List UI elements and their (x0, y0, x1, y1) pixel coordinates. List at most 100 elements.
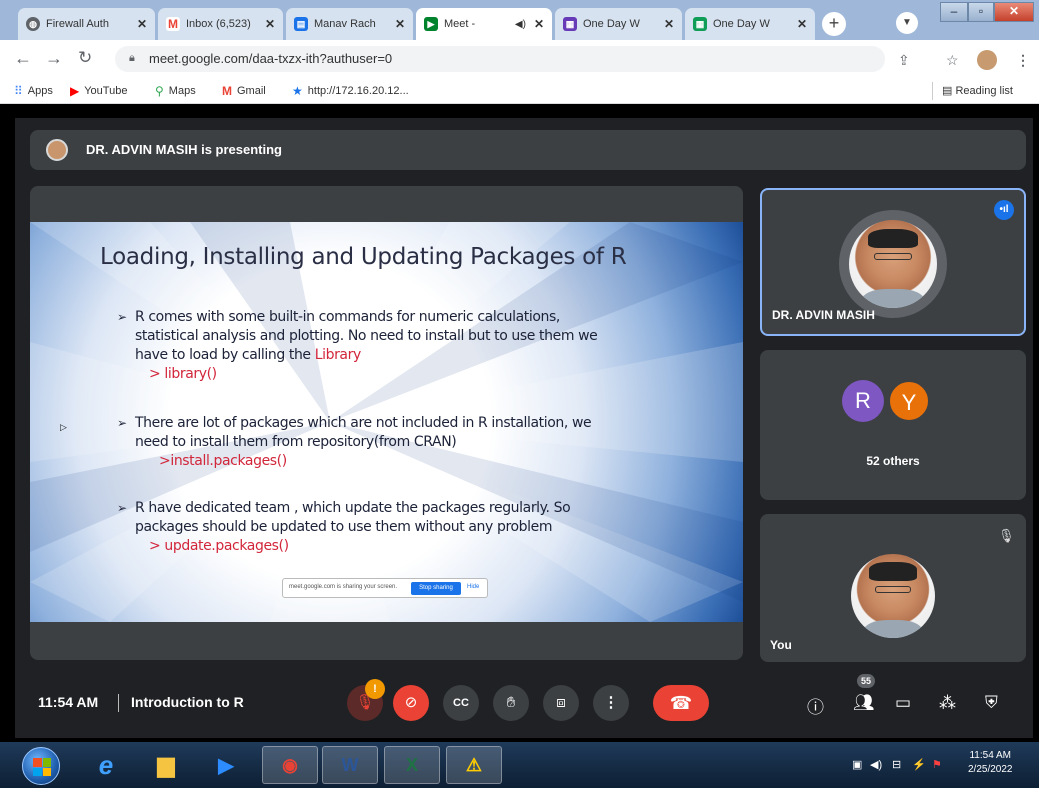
close-icon[interactable]: ✕ (664, 17, 674, 31)
meeting-details-icon[interactable]: ⓘ (807, 693, 824, 718)
apps-icon: ⠿ (14, 84, 23, 98)
volume-icon[interactable]: ◀) (870, 758, 882, 771)
leave-call-button[interactable]: ☎︎ (653, 685, 709, 721)
people-icon[interactable]: 👥︎ (853, 693, 875, 713)
presenter-banner: DR. ADVIN MASIH is presenting (30, 130, 1026, 170)
phone-hangup-icon: ☎︎ (669, 693, 693, 713)
people-count-badge: 55 (857, 674, 875, 688)
chrome-icon[interactable]: ◉ (262, 746, 318, 784)
chat-icon[interactable]: ▭ (895, 693, 911, 713)
windows-taskbar: e ▆ ▶ ◉ W X ⚠ ▣ ◀) ⊟ ⚡ ⚑ 11:54 AM 2/25/2… (0, 742, 1039, 788)
tab-title: One Day W (713, 18, 770, 30)
captions-button[interactable]: CC (443, 685, 479, 721)
raise-hand-button[interactable]: ✋︎ (493, 685, 529, 721)
excel-icon[interactable]: X (384, 746, 440, 784)
audio-playing-icon[interactable]: ◀) (515, 19, 526, 30)
tab-manav-rachna[interactable]: ▤ Manav Rach ✕ (286, 8, 413, 40)
forward-icon[interactable]: → (45, 48, 63, 69)
lock-icon[interactable]: 🔒︎ (129, 52, 135, 65)
present-screen-icon: ⧈ (556, 694, 566, 711)
reading-list-label: Reading list (955, 85, 1013, 97)
self-avatar (851, 554, 935, 638)
participant-tile-others[interactable]: R Y 52 others (760, 350, 1026, 500)
start-button[interactable] (22, 747, 60, 785)
close-icon[interactable]: ✕ (395, 17, 405, 31)
bullet-code: > update.packages() (149, 538, 289, 554)
warning-app-icon[interactable]: ⚠ (446, 746, 502, 784)
window-close-button[interactable]: ✕ (994, 2, 1034, 22)
bullet-line: There are lot of packages which are not … (135, 415, 592, 431)
tab-search-icon[interactable]: ▼ (896, 12, 918, 34)
presentation-stage[interactable]: Loading, Installing and Updating Package… (30, 186, 743, 660)
share-icon[interactable]: ⇪ (898, 52, 910, 69)
close-icon[interactable]: ✕ (797, 17, 807, 31)
system-clock[interactable]: 11:54 AM 2/25/2022 (968, 749, 1013, 777)
tab-title: Meet - (444, 18, 476, 30)
file-explorer-icon[interactable]: ▆ (146, 746, 186, 784)
tab-title: One Day W (583, 18, 640, 30)
present-now-button[interactable]: ⧈ (543, 685, 579, 721)
tab-meet[interactable]: ▶ Meet - ◀) ✕ (416, 8, 552, 40)
shared-slide: Loading, Installing and Updating Package… (30, 222, 743, 622)
bookmark-apps[interactable]: ⠿ Apps (14, 84, 53, 98)
meet-window: DR. ADVIN MASIH is presenting Loading, I… (15, 118, 1033, 738)
arrow-bullet-icon: ➢ (117, 416, 127, 430)
action-center-flag-icon[interactable]: ⚑ (932, 758, 942, 771)
tab-firewall-auth[interactable]: ◍ Firewall Auth ✕ (18, 8, 155, 40)
new-tab-button[interactable]: + (822, 12, 846, 36)
meeting-clock: 11:54 AM (38, 694, 99, 710)
maximize-button[interactable]: ▫ (968, 2, 994, 22)
others-count: 52 others (866, 454, 920, 468)
divider (118, 694, 119, 712)
tab-title: Firewall Auth (46, 18, 109, 30)
bookmark-label: Apps (27, 85, 53, 97)
word-icon[interactable]: W (322, 746, 378, 784)
tray-keyboard-icon[interactable]: ▣ (852, 758, 862, 771)
media-player-icon[interactable]: ▶ (206, 746, 246, 784)
tab-inbox[interactable]: M Inbox (6,523) ✕ (158, 8, 283, 40)
mouse-cursor-icon: ▷ (60, 422, 67, 432)
bullet-highlight: Library (314, 347, 362, 363)
bookmark-local-server[interactable]: ★ http://172.16.20.12... (292, 84, 409, 98)
tab-one-day-workshop-sheets[interactable]: ▦ One Day W ✕ (685, 8, 815, 40)
close-icon[interactable]: ✕ (534, 17, 544, 31)
back-icon[interactable]: ← (14, 48, 32, 69)
bookmark-label: YouTube (84, 85, 128, 97)
participant-tile-presenter[interactable]: •ıl DR. ADVIN MASIH (760, 188, 1026, 336)
slide-title: Loading, Installing and Updating Package… (100, 244, 627, 270)
internet-explorer-icon[interactable]: e (86, 746, 126, 784)
activities-icon[interactable]: ⁂ (939, 693, 956, 713)
more-options-button[interactable]: ⋮ (593, 685, 629, 721)
bookmark-maps[interactable]: ⚲ Maps (155, 84, 196, 98)
bullet-line: R comes with some built-in commands for … (135, 309, 560, 325)
close-icon[interactable]: ✕ (137, 17, 147, 31)
close-icon[interactable]: ✕ (265, 17, 275, 31)
address-bar[interactable]: 🔒︎ meet.google.com/daa-txzx-ith?authuser… (115, 46, 885, 72)
tab-title: Inbox (6,523) (186, 18, 251, 30)
bookmark-gmail[interactable]: M Gmail (222, 84, 266, 98)
participant-avatar-y: Y (888, 380, 930, 422)
network-icon[interactable]: ⊟ (892, 758, 901, 771)
bookmark-star-icon[interactable]: ☆ (946, 52, 959, 69)
hand-icon: ✋︎ (506, 694, 516, 711)
power-icon[interactable]: ⚡ (912, 758, 926, 771)
sheets-icon: ▦ (693, 17, 707, 31)
reading-list-button[interactable]: ▤ Reading list (942, 84, 1013, 97)
slide-bullet: ➢ R have dedicated team , which update t… (117, 499, 571, 556)
stop-sharing-button[interactable]: Stop sharing (411, 582, 461, 595)
windows-logo-icon (33, 758, 51, 776)
reading-list-icon: ▤ (942, 85, 953, 97)
camera-toggle-button[interactable]: ⊘ (393, 685, 429, 721)
bullet-line: packages should be updated to use them w… (135, 519, 553, 535)
minimize-button[interactable]: – (940, 2, 968, 22)
host-controls-icon[interactable]: ⛨ (985, 693, 998, 713)
hide-share-notice-button[interactable]: Hide (467, 584, 479, 590)
arrow-bullet-icon: ➢ (117, 501, 127, 515)
tab-title: Manav Rach (314, 18, 376, 30)
bookmark-youtube[interactable]: ▶ YouTube (70, 84, 127, 98)
menu-kebab-icon[interactable]: ⋮ (1016, 52, 1030, 69)
reload-icon[interactable]: ↻ (78, 48, 92, 68)
tab-one-day-workshop-forms[interactable]: ▦ One Day W ✕ (555, 8, 682, 40)
participant-tile-self[interactable]: 🎙︎ You (760, 514, 1026, 662)
profile-avatar[interactable] (977, 50, 997, 70)
